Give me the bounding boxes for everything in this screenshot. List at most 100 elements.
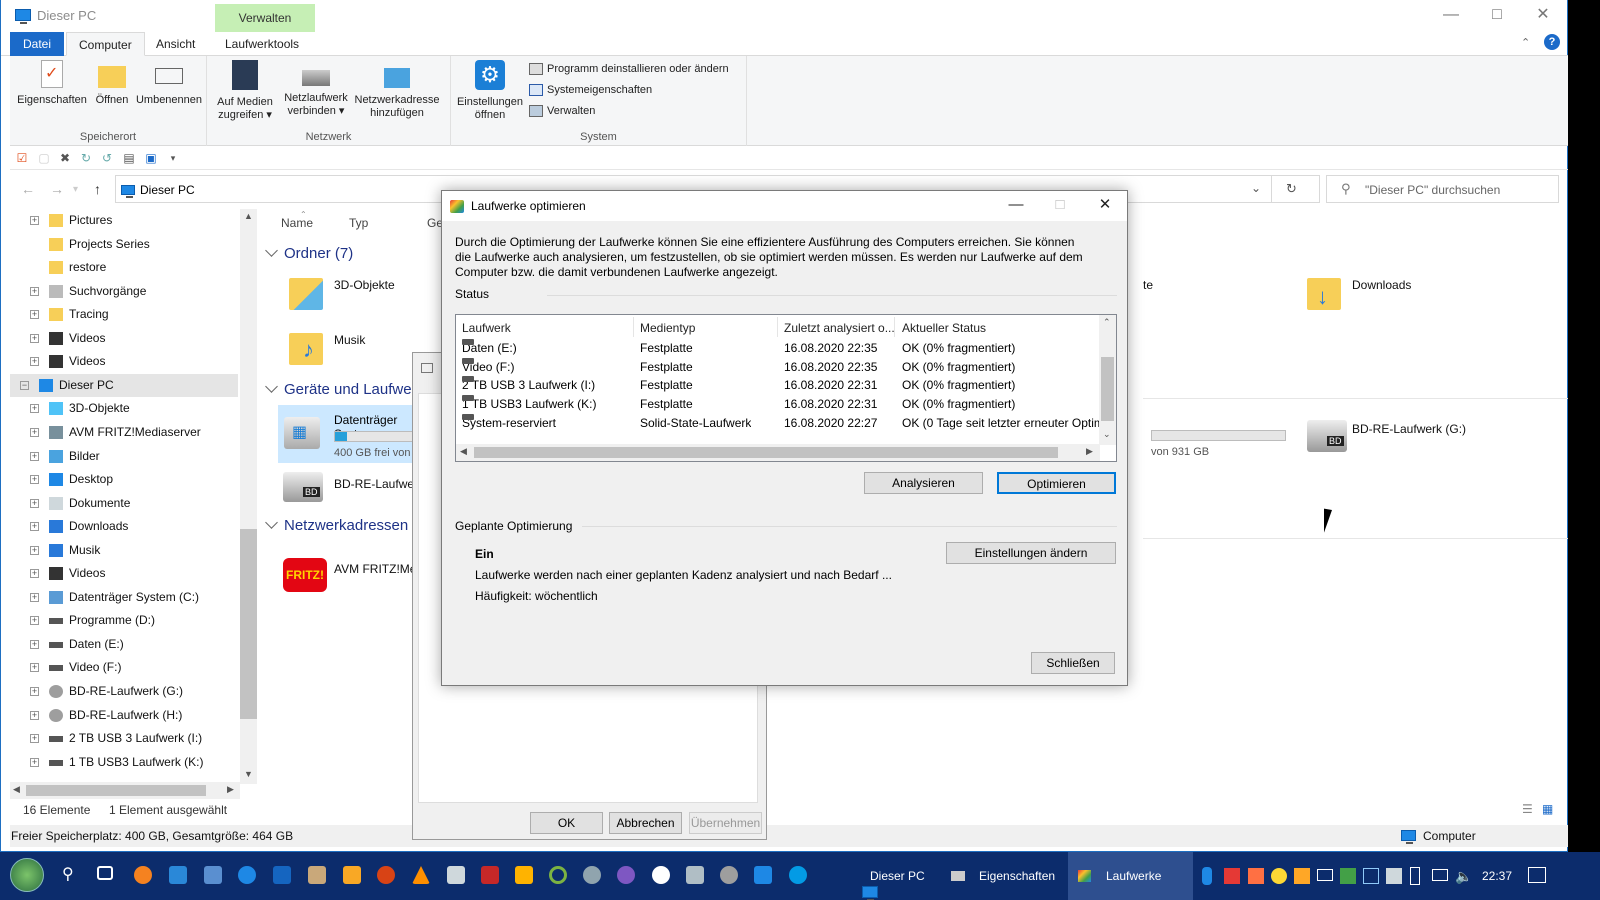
col-status[interactable]: Aktueller Status [902,321,986,335]
nav-item[interactable]: + Programme (D:) [10,609,238,632]
nav-item[interactable]: + Bilder [10,445,238,468]
abbrechen-button[interactable]: Abbrechen [609,812,682,834]
bluetooth-icon[interactable] [1202,867,1212,885]
nav-item[interactable]: + Dokumente [10,492,238,515]
vlc-icon[interactable] [412,866,430,884]
dialog-minimize-button[interactable]: — [994,193,1038,219]
app-icon-3[interactable] [204,866,222,884]
list-vertical-scrollbar[interactable]: ⌃ ⌄ [1099,315,1116,445]
expand-icon[interactable]: + [30,522,39,532]
minimize-button[interactable]: — [1428,0,1474,32]
nav-item[interactable]: + Videos [10,327,238,350]
rename-qat-icon[interactable]: ▤ [122,151,136,165]
start-orb-icon[interactable] [10,858,44,892]
drive-bd-g-label[interactable]: BD-RE-Laufwerk (G:) [1352,422,1466,436]
list-horizontal-scrollbar[interactable]: ◀ ▶ [456,444,1100,461]
tray-app-icon-3[interactable] [1294,868,1310,884]
nav-item[interactable]: Projects Series [10,233,238,256]
context-tab-verwalten[interactable]: Verwalten [215,4,315,32]
netzlaufwerk-verbinden-button[interactable]: Netzlaufwerk verbinden ▾ [281,60,351,118]
volume-icon[interactable]: 🔈 [1455,852,1472,900]
drive-row[interactable]: System-reserviert Solid-State-Laufwerk 16.… [456,413,1102,433]
expand-icon[interactable]: + [30,545,39,555]
nav-item[interactable]: + Tracing [10,303,238,326]
bd-drive-icon[interactable]: BD [283,472,323,502]
security-shield-icon[interactable] [1340,868,1356,884]
app-icon-2[interactable] [169,866,187,884]
app-icon-12[interactable] [617,866,635,884]
pc-qat-icon[interactable]: ▣ [144,151,158,165]
folder-3d-objekte[interactable]: 3D-Objekte [334,278,395,292]
app-icon-11[interactable] [583,866,601,884]
systemeigenschaften-button[interactable]: Systemeigenschaften [529,80,652,100]
mail-icon[interactable] [1317,869,1333,881]
tab-computer[interactable]: Computer [66,32,145,56]
fritz-logo-icon[interactable]: FRITZ! [283,558,327,592]
recent-dropdown-icon[interactable]: ▾ [73,184,78,195]
drive-c-tile[interactable]: ▦ Datenträger Syst 400 GB frei von 4 [278,405,423,463]
tray-app-icon-5[interactable] [1386,868,1402,884]
netzwerkadresse-hinzufuegen-button[interactable]: Netzwerkadresse hinzufügen [351,60,443,120]
up-arrow-icon[interactable]: ↑ [94,181,101,197]
task-eigenschaften[interactable]: Eigenschaften v... [941,852,1066,900]
einstellungen-oeffnen-button[interactable]: ⚙ Einstellungen öffnen [453,60,527,122]
expand-icon[interactable]: + [30,451,39,461]
app-icon-6[interactable] [343,866,361,884]
downloads-folder-icon[interactable]: ↓ [1307,278,1341,310]
forward-arrow-icon[interactable]: → [50,181,64,197]
nav-item[interactable]: + BD-RE-Laufwerk (G:) [10,680,238,703]
app-icon-4[interactable] [238,866,256,884]
clock[interactable]: 22:37 [1482,852,1512,900]
tiles-view-icon[interactable]: ▦ [1542,802,1553,816]
drive-row[interactable]: Daten (E:) Festplatte 16.08.2020 22:35 OK (… [456,339,1096,358]
folder-musik[interactable]: Musik [334,333,365,347]
expand-icon[interactable]: + [30,310,39,320]
new-folder-qat-icon[interactable]: ▢ [37,151,51,165]
drives-list[interactable]: Laufwerk Medientyp Zuletzt analysiert o.… [455,314,1117,462]
refresh-icon[interactable]: ↻ [1286,181,1297,197]
tab-datei[interactable]: Datei [10,32,64,56]
app-icon-9[interactable] [515,866,533,884]
expand-icon[interactable]: + [30,734,39,744]
tray-smiley-icon[interactable] [1271,868,1287,884]
nav-item[interactable]: +1 TB USB3 Laufwerk (K:) [10,751,238,774]
nav-vertical-scrollbar[interactable]: ▲ ▼ [240,209,257,784]
help-icon[interactable]: ? [1544,34,1560,50]
nav-item[interactable]: +2 TB USB 3 Laufwerk (I:) [10,727,238,750]
expand-icon[interactable]: + [30,216,39,225]
delete-qat-icon[interactable]: ✖ [58,151,72,165]
nav-item[interactable]: + Musik [10,539,238,562]
nav-item[interactable]: + Daten (E:) [10,633,238,656]
music-folder-icon[interactable]: ♪ [289,333,323,365]
search-taskbar-icon[interactable]: ⚲ [62,866,80,884]
expand-icon[interactable]: + [30,616,39,626]
collapse-ribbon-icon[interactable]: ⌃ [1521,36,1530,49]
app-icon-1[interactable] [134,866,152,884]
folder-partial[interactable]: te [1143,278,1153,292]
task-view-icon[interactable] [97,866,113,880]
column-name[interactable]: Name [281,216,313,230]
folder-downloads[interactable]: Downloads [1352,278,1411,292]
group-ordner[interactable]: Ordner (7) [263,244,353,262]
dialog-maximize-button[interactable]: □ [1038,193,1082,219]
ok-button[interactable]: OK [530,812,603,834]
expand-icon[interactable]: + [30,333,39,343]
col-laufwerk[interactable]: Laufwerk [462,321,511,335]
optimieren-button[interactable]: Optimieren [997,472,1116,494]
tab-ansicht[interactable]: Ansicht [144,32,207,56]
drive-row[interactable]: 1 TB USB3 Laufwerk (K:) Festplatte 16.08.2… [456,395,1096,414]
nav-item[interactable]: + Downloads [10,515,238,538]
app-icon-15[interactable] [720,866,738,884]
nav-item[interactable]: + AVM FRITZ!Mediaserver [10,421,238,444]
close-button[interactable]: ✕ [1520,0,1566,32]
tray-app-icon-1[interactable] [1224,868,1240,884]
nav-item[interactable]: + BD-RE-Laufwerk (H:) [10,704,238,727]
nav-item[interactable]: + Datenträger System (C:) [10,586,238,609]
auf-medien-zugreifen-button[interactable]: Auf Medien zugreifen ▾ [211,60,279,122]
expand-icon[interactable]: + [30,357,39,367]
group-geraete[interactable]: Geräte und Laufwerk [263,380,424,398]
programm-deinstallieren-button[interactable]: Programm deinstallieren oder ändern [529,59,729,79]
col-medientyp[interactable]: Medientyp [640,321,695,335]
umbenennen-button[interactable]: Umbenennen [135,60,203,107]
undo-qat-icon[interactable]: ↺ [100,151,114,165]
